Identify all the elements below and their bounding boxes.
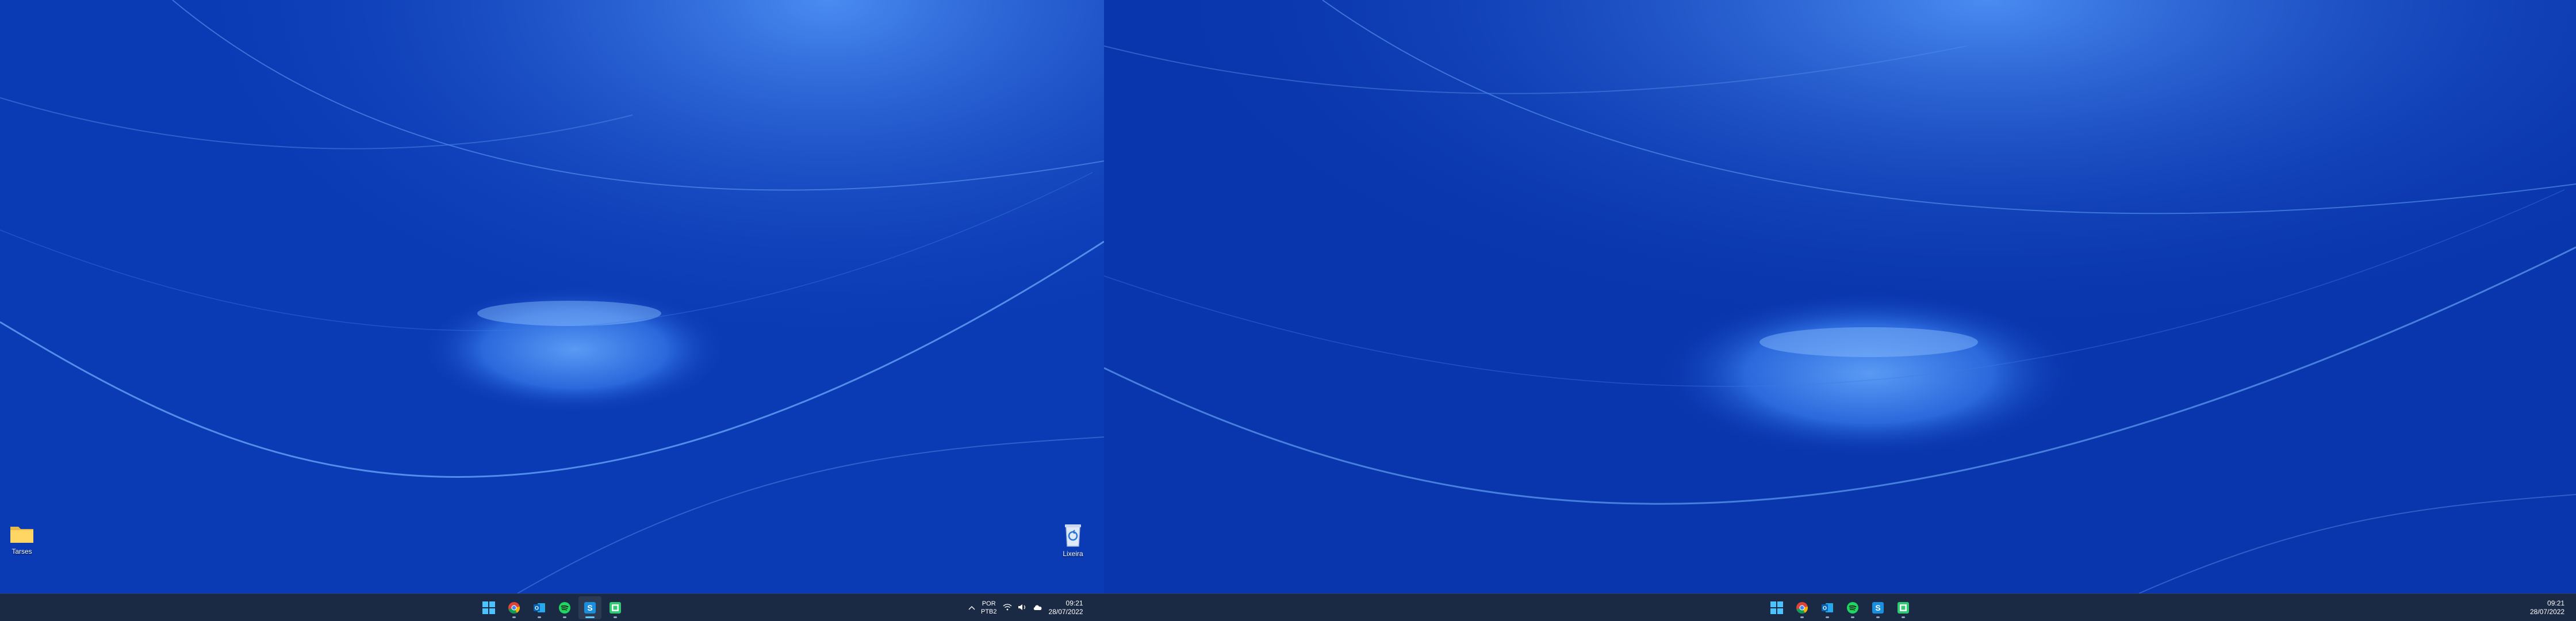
language-indicator[interactable]: POR PTB2 — [981, 600, 997, 616]
svg-text:O: O — [1823, 605, 1827, 611]
clock[interactable]: 09:21 28/07/2022 — [2530, 599, 2567, 616]
windows-start-icon — [482, 601, 495, 614]
taskbar-chrome-button[interactable] — [503, 596, 526, 619]
desktop-icon-label: Tarses — [12, 547, 32, 555]
desktop-icon-recycle-bin[interactable]: Lixeira — [1051, 522, 1095, 558]
taskbar-secondary: O S 09:21 28/07/2022 — [1104, 593, 2576, 621]
desktop-icon-label: Lixeira — [1063, 550, 1083, 558]
desktop-wallpaper — [1104, 0, 2576, 593]
taskbar-spotify-button[interactable] — [1841, 596, 1864, 619]
windows-start-icon — [1770, 601, 1783, 614]
spotify-icon — [1847, 602, 1858, 614]
recycle-bin-icon — [1065, 524, 1081, 547]
folder-icon — [10, 527, 33, 543]
svg-text:O: O — [535, 605, 539, 611]
app-s-icon: S — [584, 602, 596, 614]
chrome-icon — [508, 602, 520, 614]
app-green-square-icon — [1897, 602, 1909, 614]
taskbar-chrome-button[interactable] — [1791, 596, 1814, 619]
monitor-2: O S 09:21 28/07/2022 — [1104, 0, 2576, 621]
taskbar-green-app-button[interactable] — [604, 596, 627, 619]
clock[interactable]: 09:21 28/07/2022 — [1049, 599, 1086, 616]
cloud-sync-icon[interactable] — [1033, 604, 1043, 612]
taskbar-green-app-button[interactable] — [1892, 596, 1915, 619]
chevron-up-icon[interactable] — [968, 604, 975, 612]
wifi-icon[interactable] — [1003, 603, 1012, 612]
app-s-icon: S — [1872, 602, 1884, 614]
taskbar-apps: O S — [1765, 594, 1915, 621]
taskbar-outlook-button[interactable]: O — [1816, 596, 1839, 619]
system-tray: 09:21 28/07/2022 — [2530, 594, 2567, 621]
start-button[interactable] — [477, 596, 500, 619]
monitor-1: Tarses Lixeira O S POR PTB2 09:21 28/07/… — [0, 0, 1104, 621]
taskbar-primary: O S POR PTB2 09:21 28/07/2022 — [0, 593, 1104, 621]
desktop-wallpaper — [0, 0, 1104, 593]
taskbar-s-app-button[interactable]: S — [1866, 596, 1889, 619]
svg-text:S: S — [587, 603, 592, 612]
svg-text:S: S — [1875, 603, 1880, 612]
start-button[interactable] — [1765, 596, 1788, 619]
taskbar-outlook-button[interactable]: O — [528, 596, 551, 619]
taskbar-apps: O S — [477, 594, 627, 621]
outlook-icon: O — [534, 603, 545, 612]
taskbar-spotify-button[interactable] — [553, 596, 576, 619]
taskbar-s-app-button[interactable]: S — [578, 596, 601, 619]
spotify-icon — [559, 602, 570, 614]
outlook-icon: O — [1822, 603, 1833, 612]
system-tray: POR PTB2 09:21 28/07/2022 — [968, 594, 1086, 621]
app-green-square-icon — [610, 602, 621, 614]
volume-icon[interactable] — [1018, 604, 1027, 612]
chrome-icon — [1796, 602, 1808, 614]
desktop-icon-folder[interactable]: Tarses — [0, 522, 44, 555]
